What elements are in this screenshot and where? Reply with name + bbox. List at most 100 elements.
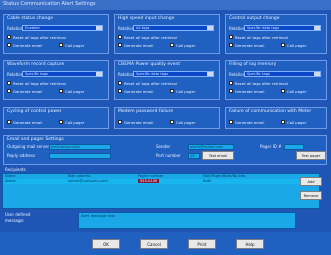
reset-tags-row: Reset all tags after retrieval [229, 80, 323, 87]
call-pager-checkbox[interactable] [170, 120, 174, 124]
group-cbema-power-quality-event: CBEMA Power quality event Relation Speci… [114, 60, 220, 100]
reset-tags-checkbox[interactable] [7, 35, 11, 39]
generate-email-checkbox[interactable] [118, 43, 122, 47]
cell-pager-number[interactable]: 555-0100 [138, 179, 160, 183]
reset-tags-label: Reset all tags after retrieval [235, 34, 288, 40]
test-email-button[interactable]: Test email [202, 151, 234, 160]
reply-address-label: Reply address [7, 153, 36, 158]
call-pager-label: Call pager [65, 42, 85, 48]
group-title: Cycling of control power [7, 109, 62, 114]
relation-select[interactable]: All tags [133, 25, 214, 31]
notify-row: Generate email Call pager [118, 119, 216, 126]
relation-row: Relation Specific data tags [229, 25, 323, 32]
chevron-down-icon[interactable] [314, 26, 320, 31]
group-modem-password-failure: Modem password failure Generate email Ca… [114, 107, 220, 129]
relation-select[interactable]: Specific tags [244, 71, 321, 77]
print-button[interactable]: Print [188, 239, 216, 249]
relation-select[interactable]: Enabled [22, 25, 103, 31]
relation-select[interactable]: Specific data tags [244, 25, 321, 31]
call-pager-label: Call pager [287, 88, 307, 94]
chevron-down-icon[interactable] [207, 72, 213, 77]
dialog-button-bar: OK Cancel Print Help [0, 232, 331, 255]
reset-tags-checkbox[interactable] [229, 35, 233, 39]
sender-label: Sender [156, 144, 171, 149]
generate-email-checkbox[interactable] [229, 89, 233, 93]
user-message-field[interactable]: Alert message text [78, 212, 296, 229]
call-pager-label: Call pager [176, 88, 196, 94]
relation-label: Relation [229, 26, 246, 31]
reset-tags-checkbox[interactable] [7, 81, 11, 85]
port-number-value: 25 [190, 154, 195, 158]
reply-address-field[interactable] [49, 153, 111, 159]
generate-email-checkbox[interactable] [118, 120, 122, 124]
generate-email-checkbox[interactable] [118, 89, 122, 93]
generate-email-label: Generate email [13, 42, 43, 48]
port-number-field[interactable]: 25 [188, 153, 200, 159]
notify-row: Generate email Call pager [229, 88, 323, 95]
cancel-button[interactable]: Cancel [140, 239, 168, 249]
notify-row: Generate email Call pager [7, 42, 105, 49]
group-title: Modem password failure [118, 109, 174, 114]
relation-select[interactable]: Specific tags [22, 71, 103, 77]
call-pager-label: Call pager [287, 42, 307, 48]
cell-name: Admin [5, 179, 17, 183]
relation-label: Relation [7, 72, 24, 77]
outgoing-server-field[interactable]: mail.server.com [49, 144, 111, 150]
chevron-down-icon[interactable] [96, 72, 102, 77]
call-pager-checkbox[interactable] [281, 89, 285, 93]
call-pager-label: Call pager [65, 88, 85, 94]
notify-row: Generate email Call pager [7, 88, 105, 95]
window-title: Status Communication Alert Settings [3, 1, 96, 7]
relation-value: Specific data tags [247, 26, 280, 31]
message-label-line2: message: [5, 218, 25, 223]
group-cable-status-change: Cable status change Relation Enabled Res… [3, 14, 109, 54]
reset-tags-checkbox[interactable] [118, 35, 122, 39]
group-title: Failure of communication with Meter [229, 109, 312, 114]
chevron-down-icon[interactable] [314, 72, 320, 77]
cell-delivery: Both [203, 179, 212, 183]
table-row[interactable]: Admin admin@company.com 555-0100 Both [3, 179, 319, 184]
call-pager-checkbox[interactable] [59, 43, 63, 47]
generate-email-checkbox[interactable] [7, 89, 11, 93]
test-pager-button[interactable]: Test pager [296, 151, 326, 160]
ok-button[interactable]: OK [92, 239, 120, 249]
group-cycling-of-control-power: Cycling of control power Generate email … [3, 107, 109, 129]
generate-email-label: Generate email [124, 88, 154, 94]
generate-email-checkbox[interactable] [229, 120, 233, 124]
pager-id-field[interactable] [284, 144, 304, 150]
reset-tags-checkbox[interactable] [229, 81, 233, 85]
relation-label: Relation [118, 72, 135, 77]
reset-tags-checkbox[interactable] [118, 81, 122, 85]
call-pager-checkbox[interactable] [170, 89, 174, 93]
call-pager-checkbox[interactable] [59, 120, 63, 124]
call-pager-checkbox[interactable] [59, 89, 63, 93]
relation-label: Relation [7, 26, 24, 31]
relation-select[interactable]: Specific data tags [133, 71, 214, 77]
call-pager-checkbox[interactable] [281, 120, 285, 124]
title-bar: Status Communication Alert Settings [0, 0, 331, 10]
user-message-value: Alert message text [81, 214, 116, 218]
pager-id-label: Pager ID # [260, 144, 282, 149]
sender-field[interactable]: alerts@meter.com [188, 144, 234, 150]
help-button[interactable]: Help [236, 239, 264, 249]
chevron-down-icon[interactable] [96, 26, 102, 31]
chevron-down-icon[interactable] [207, 26, 213, 31]
recipients-table[interactable]: Name Mail address Pager number Mail/Page… [2, 173, 320, 209]
remove-recipient-button[interactable]: Remove [300, 191, 322, 200]
relation-label: Relation [118, 26, 135, 31]
add-recipient-button[interactable]: Add [300, 177, 322, 186]
settings-dialog: Status Communication Alert Settings Cabl… [0, 0, 331, 255]
reset-tags-label: Reset all tags after retrieval [124, 34, 177, 40]
relation-label: Relation [229, 72, 246, 77]
generate-email-checkbox[interactable] [7, 43, 11, 47]
notify-row: Generate email Call pager [118, 42, 216, 49]
notify-row: Generate email Call pager [229, 42, 323, 49]
generate-email-label: Generate email [235, 42, 265, 48]
call-pager-checkbox[interactable] [281, 43, 285, 47]
generate-email-checkbox[interactable] [7, 120, 11, 124]
call-pager-label: Call pager [287, 119, 307, 125]
call-pager-checkbox[interactable] [170, 43, 174, 47]
port-number-label: Port number [156, 153, 181, 158]
generate-email-checkbox[interactable] [229, 43, 233, 47]
group-title: CBEMA Power quality event [118, 62, 181, 67]
